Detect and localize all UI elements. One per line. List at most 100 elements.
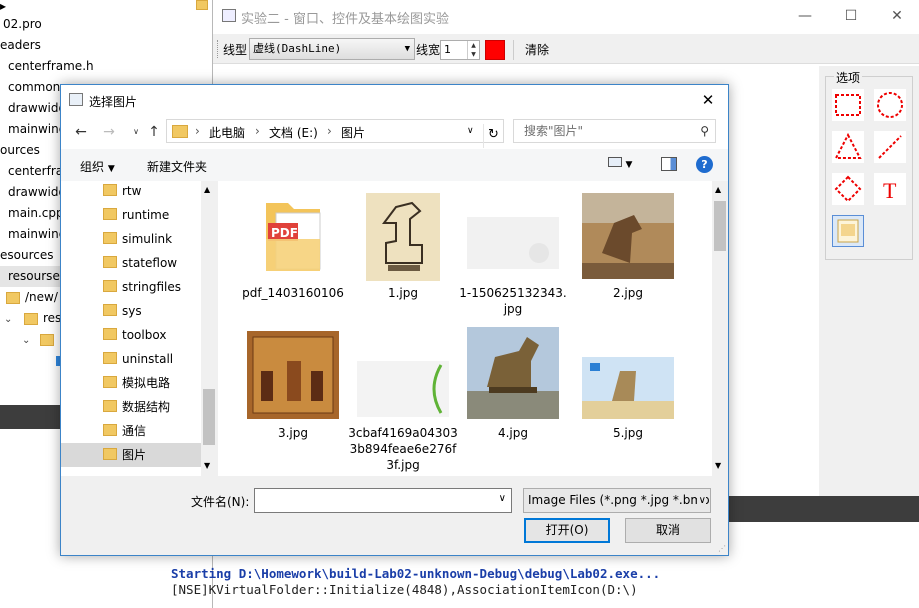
file-item[interactable]: 3cbaf4169a043033b894feae6e276f3f.jpg	[348, 331, 458, 472]
tree-item[interactable]: centerfra	[8, 161, 63, 182]
breadcrumb-item[interactable]: 文档 (E:)	[269, 124, 318, 141]
tree-item[interactable]: drawwidg	[8, 98, 66, 119]
help-icon[interactable]: ?	[696, 156, 713, 173]
file-item[interactable]: PDF pdf_1403160106	[238, 191, 348, 321]
triangle-icon	[834, 132, 862, 159]
file-item[interactable]: 3.jpg	[238, 331, 348, 471]
tree-item[interactable]: /new/	[6, 287, 58, 308]
filename-input[interactable]: ∨	[254, 488, 512, 513]
rectangle-tool-button[interactable]	[832, 89, 864, 121]
options-group: 选项 T	[825, 69, 913, 260]
nav-item[interactable]: simulink	[61, 227, 201, 251]
tree-item[interactable]: centerframe.h	[8, 56, 94, 77]
up-arrow-icon[interactable]: ↑	[144, 123, 164, 143]
nav-item-selected[interactable]: 图片	[61, 443, 201, 467]
tree-item-project[interactable]: 02.pro	[3, 14, 42, 35]
tree-item[interactable]: main.cpp	[8, 203, 64, 224]
scroll-down-icon[interactable]: ▼	[715, 461, 721, 470]
pdf-file-icon: PDF	[266, 203, 321, 271]
tree-item[interactable]: common	[8, 77, 60, 98]
tree-item[interactable]: drawwidg	[8, 182, 66, 203]
app-icon	[222, 9, 236, 22]
scroll-down-icon[interactable]: ▼	[204, 461, 210, 470]
text-tool-button[interactable]: T	[874, 173, 906, 205]
address-bar[interactable]: › 此电脑 › 文档 (E:) › 图片 ∨ ↻	[166, 119, 504, 148]
folder-icon	[40, 333, 54, 346]
file-type-select[interactable]: Image Files (*.png *.jpg *.bmp) ∨	[523, 488, 711, 513]
console-line: Starting D:\Homework\build-Lab02-unknown…	[171, 566, 661, 581]
line-style-select[interactable]: 虚线(DashLine) ▼	[249, 38, 415, 60]
chevron-down-icon[interactable]: ∨	[499, 493, 506, 504]
tree-item[interactable]: mainwind	[8, 224, 66, 245]
tree-item-headers[interactable]: eaders	[0, 35, 41, 56]
nav-item[interactable]: runtime	[61, 203, 201, 227]
minimize-button[interactable]: —	[782, 0, 828, 32]
history-chevron-icon[interactable]: ∨	[126, 123, 146, 143]
chevron-down-icon[interactable]: ∨	[467, 126, 474, 136]
back-arrow-icon[interactable]: ←	[71, 123, 91, 143]
nav-item[interactable]: rtw	[61, 179, 201, 203]
image-tool-button[interactable]	[832, 215, 864, 247]
close-button[interactable]: ✕	[874, 0, 919, 32]
file-item[interactable]: 4.jpg	[458, 327, 568, 471]
nav-item[interactable]: 模拟电路	[61, 371, 201, 395]
nav-item[interactable]: 数据结构	[61, 395, 201, 419]
scroll-up-icon[interactable]: ▲	[715, 185, 721, 194]
search-input[interactable]: 搜索"图片" ⚲	[513, 119, 716, 143]
file-item[interactable]: 1.jpg	[348, 191, 458, 321]
nav-item[interactable]: stringfiles	[61, 275, 201, 299]
folder-icon	[103, 304, 117, 316]
folder-icon	[103, 232, 117, 244]
spin-arrows-icon[interactable]: ▲ ▼	[467, 41, 479, 59]
view-mode-button[interactable]: ▼	[608, 157, 640, 173]
scroll-up-icon[interactable]: ▲	[204, 185, 210, 194]
main-window-title: 实验二 - 窗口、控件及基本绘图实验	[241, 12, 449, 27]
text-icon: T	[883, 178, 897, 203]
file-item[interactable]: 5.jpg	[573, 331, 683, 471]
file-name: 2.jpg	[612, 286, 644, 300]
resize-grip-icon[interactable]: ⋰	[718, 544, 726, 553]
nav-scrollbar[interactable]: ▲ ▼	[201, 181, 217, 476]
image-thumbnail	[467, 217, 559, 269]
nav-item[interactable]: toolbox	[61, 323, 201, 347]
pen-color-button[interactable]	[485, 40, 505, 60]
organize-button[interactable]: 组织 ▼	[80, 158, 115, 175]
refresh-icon[interactable]: ↻	[483, 124, 503, 148]
tree-item-resources[interactable]: esources	[0, 245, 53, 266]
toolbar-handle[interactable]	[217, 40, 219, 58]
svg-text:PDF: PDF	[271, 226, 298, 240]
line-tool-button[interactable]	[874, 131, 906, 163]
open-file-dialog: 选择图片 ✕ ← → ∨ ↑ › 此电脑 › 文档 (E:) › 图片 ∨ ↻ …	[60, 84, 729, 556]
new-folder-button[interactable]: 新建文件夹	[147, 158, 207, 175]
file-list-scrollbar[interactable]: ▲ ▼	[712, 181, 728, 476]
clear-button[interactable]: 清除	[525, 41, 549, 58]
nav-item[interactable]: stateflow	[61, 251, 201, 275]
tree-item[interactable]: mainwind	[8, 119, 66, 140]
nav-item[interactable]: 通信	[61, 419, 201, 443]
line-width-spinbox[interactable]: 1 ▲ ▼	[440, 40, 480, 60]
chevron-down-icon: ∨	[696, 489, 706, 512]
open-button[interactable]: 打开(O)	[524, 518, 610, 543]
maximize-button[interactable]: ☐	[828, 0, 874, 32]
cancel-button[interactable]: 取消	[625, 518, 711, 543]
file-item[interactable]: 2.jpg	[573, 191, 683, 321]
tree-item[interactable]: ⌄	[22, 329, 59, 350]
folder-icon	[172, 125, 188, 138]
file-item[interactable]: 1-150625132343.jpg	[458, 191, 568, 321]
scroll-thumb[interactable]	[714, 201, 726, 251]
breadcrumb-item[interactable]: 图片	[341, 124, 365, 141]
caret-down-icon: ▼	[107, 164, 115, 174]
triangle-tool-button[interactable]	[832, 131, 864, 163]
scroll-thumb[interactable]	[203, 389, 215, 445]
nav-item[interactable]: uninstall	[61, 347, 201, 371]
breadcrumb-item[interactable]: 此电脑	[209, 124, 245, 141]
tree-item-sources[interactable]: ources	[0, 140, 40, 161]
chevron-right-icon: ›	[327, 124, 332, 138]
nav-item[interactable]: sys	[61, 299, 201, 323]
diamond-tool-button[interactable]	[832, 173, 864, 205]
dialog-close-button[interactable]: ✕	[688, 85, 728, 115]
tree-item[interactable]: ⌄ res	[4, 308, 61, 329]
ellipse-tool-button[interactable]	[874, 89, 906, 121]
forward-arrow-icon[interactable]: →	[99, 123, 119, 143]
preview-pane-button[interactable]	[661, 157, 677, 171]
